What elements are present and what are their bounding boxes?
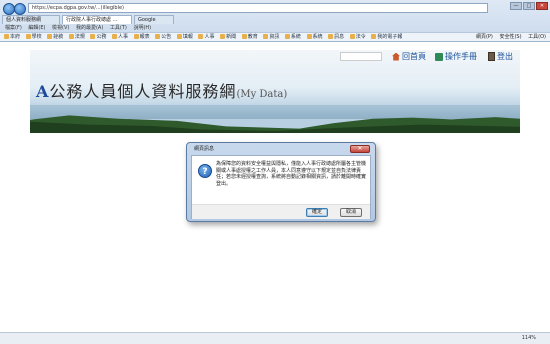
- favorite-item[interactable]: 新聞: [220, 33, 236, 41]
- folder-icon: [47, 34, 53, 39]
- forward-button[interactable]: [14, 3, 26, 15]
- tab-mydata[interactable]: 個人資料服務網: [2, 15, 60, 24]
- cancel-button[interactable]: 取消: [340, 208, 362, 217]
- folder-icon: [112, 34, 118, 39]
- safety-menu[interactable]: 安全性(S): [499, 34, 521, 40]
- address-row: https://ecpa.dgpa.gov.tw/...(illegible) …: [0, 2, 550, 16]
- home-link[interactable]: 回首頁: [392, 51, 426, 62]
- folder-icon: [371, 34, 377, 39]
- favorite-item[interactable]: 法令: [349, 33, 366, 41]
- confirm-dialog: 網頁訊息 ✕ ? 為保障您的資料安全權益與隱私，僅能入人事行政總處所屬各主管機關…: [186, 142, 376, 222]
- favorite-item[interactable]: 本府: [4, 33, 20, 41]
- favorite-item[interactable]: 資訊: [263, 33, 279, 41]
- favorite-item[interactable]: 學校: [25, 33, 42, 41]
- menu-favorites[interactable]: 我的最愛(A): [76, 25, 103, 31]
- book-icon: [435, 52, 443, 61]
- tab-dgpa[interactable]: 行政院人事行政總處 ...: [62, 15, 132, 24]
- site-subtitle: (My Data): [236, 89, 288, 100]
- menu-edit[interactable]: 編輯(E): [28, 25, 45, 31]
- folder-icon: [241, 34, 247, 39]
- question-icon: ?: [198, 164, 212, 178]
- folder-icon: [176, 34, 182, 39]
- tab-google[interactable]: Google: [134, 15, 174, 24]
- folder-icon: [328, 34, 334, 39]
- favorite-item[interactable]: 人事: [112, 33, 128, 41]
- favorite-item[interactable]: 系統: [306, 33, 323, 41]
- favorite-item[interactable]: 填報: [176, 33, 193, 41]
- close-window-button[interactable]: ✕: [536, 2, 548, 10]
- tab-row: 個人資料服務網 行政院人事行政總處 ... Google: [0, 15, 550, 24]
- favorite-item[interactable]: 我的電子報: [371, 33, 402, 41]
- favorite-item[interactable]: 公告: [155, 33, 171, 41]
- minimize-button[interactable]: —: [510, 2, 522, 10]
- manual-link[interactable]: 操作手冊: [435, 51, 477, 62]
- tools-menu[interactable]: 工具(O): [528, 34, 546, 40]
- folder-icon: [133, 34, 139, 39]
- ok-button[interactable]: 確定: [306, 208, 328, 217]
- command-bar: 網頁(P) 安全性(S) 工具(O): [471, 33, 546, 41]
- favorite-item[interactable]: 人事: [198, 33, 215, 41]
- favorite-item[interactable]: 報表: [133, 33, 150, 41]
- favorite-item[interactable]: 法規: [68, 33, 85, 41]
- folder-icon: [155, 34, 161, 39]
- folder-icon: [284, 34, 290, 39]
- site-banner: A公務人員個人資料服務網(My Data): [30, 50, 520, 133]
- folder-icon: [4, 34, 9, 39]
- menu-file[interactable]: 檔案(F): [5, 25, 22, 31]
- favorite-item[interactable]: 銓敘: [47, 33, 63, 41]
- site-title-text: 公務人員個人資料服務網: [49, 82, 237, 101]
- folder-icon: [68, 34, 74, 39]
- folder-icon: [263, 34, 269, 39]
- status-bar: 114%: [0, 332, 550, 344]
- menu-bar: 檔案(F) 編輯(E) 檢視(V) 我的最愛(A) 工具(T) 說明(H): [0, 24, 550, 32]
- site-logo: A: [36, 82, 50, 101]
- dialog-button-bar: 確定 取消: [192, 204, 370, 219]
- folder-icon: [306, 34, 312, 39]
- folder-icon: [25, 34, 31, 39]
- site-topbar: 回首頁 操作手冊 登出: [30, 48, 520, 62]
- browser-chrome: https://ecpa.dgpa.gov.tw/...(illegible) …: [0, 0, 550, 42]
- home-icon: [392, 52, 400, 61]
- dialog-message: 為保障您的資料安全權益與隱私，僅能入人事行政總處所屬各主管機關或人事處授權之工作…: [216, 161, 367, 187]
- menu-tools[interactable]: 工具(T): [110, 25, 127, 31]
- menu-help[interactable]: 說明(H): [133, 25, 151, 31]
- address-bar[interactable]: https://ecpa.dgpa.gov.tw/...(illegible): [28, 3, 488, 13]
- folder-icon: [198, 34, 204, 39]
- menu-view[interactable]: 檢視(V): [52, 25, 69, 31]
- favorite-item[interactable]: 公務: [90, 33, 106, 41]
- favorite-item[interactable]: 訊息: [328, 33, 344, 41]
- favorite-item[interactable]: 系統: [284, 33, 301, 41]
- user-name-box: [340, 52, 382, 61]
- dialog-title: 網頁訊息: [194, 146, 215, 152]
- folder-icon: [349, 34, 355, 39]
- page-menu[interactable]: 網頁(P): [476, 34, 493, 40]
- site-title: A公務人員個人資料服務網(My Data): [36, 78, 287, 102]
- banner-sea: [30, 105, 520, 119]
- door-icon: [488, 52, 495, 61]
- zoom-level[interactable]: 114%: [522, 333, 536, 344]
- window-controls: — □ ✕: [510, 2, 548, 10]
- maximize-button[interactable]: □: [523, 2, 535, 10]
- dialog-body: ? 為保障您的資料安全權益與隱私，僅能入人事行政總處所屬各主管機關或人事處授權之…: [191, 155, 371, 219]
- folder-icon: [90, 34, 96, 39]
- favorites-bar: 本府 學校 銓敘 法規 公務 人事 報表 公告 填報 人事 新聞 教育 資訊 系…: [0, 32, 550, 42]
- dialog-close-button[interactable]: ✕: [350, 145, 370, 153]
- logout-link[interactable]: 登出: [488, 51, 513, 62]
- favorite-item[interactable]: 教育: [241, 33, 258, 41]
- folder-icon: [220, 34, 226, 39]
